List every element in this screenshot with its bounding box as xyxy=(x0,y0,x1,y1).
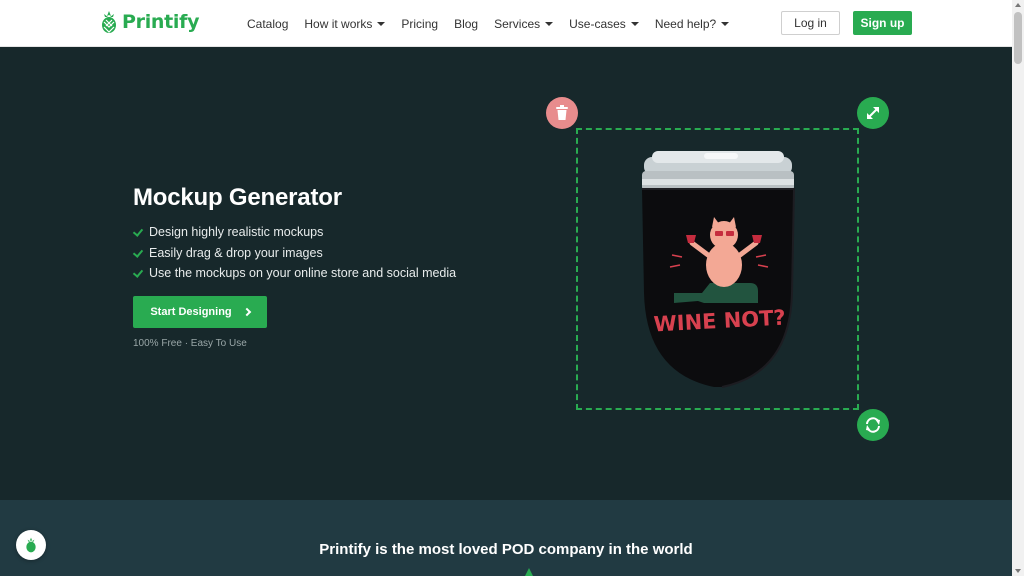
page-scrollbar[interactable] xyxy=(1012,0,1024,576)
scroll-down-arrow-icon[interactable] xyxy=(1015,569,1021,573)
nav-services[interactable]: Services xyxy=(494,16,554,31)
feature-item: Use the mockups on your online store and… xyxy=(133,263,456,284)
start-designing-label: Start Designing xyxy=(150,306,232,318)
main-nav: Catalog How it works Pricing Blog Servic… xyxy=(247,0,745,47)
caret-down-icon xyxy=(721,21,730,26)
hero-section: Mockup Generator Design highly realistic… xyxy=(0,47,1012,500)
delete-design-button[interactable] xyxy=(546,97,578,129)
nav-label: Blog xyxy=(454,16,479,31)
feature-item: Design highly realistic mockups xyxy=(133,222,456,243)
nav-need-help[interactable]: Need help? xyxy=(654,16,730,31)
checkmark-icon xyxy=(133,248,143,258)
social-proof-title: Printify is the most loved POD company i… xyxy=(319,541,693,558)
nav-how-it-works[interactable]: How it works xyxy=(304,16,386,31)
chevron-right-icon xyxy=(242,307,251,317)
signup-button[interactable]: Sign up xyxy=(853,11,912,35)
caret-down-icon xyxy=(377,21,386,26)
rotate-design-button[interactable] xyxy=(857,409,889,441)
nav-blog[interactable]: Blog xyxy=(454,17,478,31)
scroll-up-arrow-icon[interactable] xyxy=(1015,3,1021,7)
scrollbar-thumb[interactable] xyxy=(1014,12,1022,64)
nav-label: Services xyxy=(494,16,541,31)
caret-down-icon xyxy=(545,21,554,26)
feature-list: Design highly realistic mockups Easily d… xyxy=(133,222,456,284)
printify-logo[interactable]: Printify xyxy=(100,10,199,34)
hero-subtext: 100% Free · Easy To Use xyxy=(133,338,247,349)
hero-title: Mockup Generator xyxy=(133,184,342,211)
feature-item: Easily drag & drop your images xyxy=(133,243,456,264)
nav-catalog[interactable]: Catalog xyxy=(247,17,288,31)
feature-text: Easily drag & drop your images xyxy=(149,245,323,260)
nav-use-cases[interactable]: Use-cases xyxy=(569,17,639,31)
caret-down-icon xyxy=(630,21,639,26)
rotate-arrows-icon xyxy=(866,417,880,433)
triangle-marker-icon xyxy=(525,568,533,576)
trash-icon xyxy=(556,105,568,120)
login-button[interactable]: Log in xyxy=(781,11,840,35)
nav-label: Pricing xyxy=(401,16,439,31)
start-designing-button[interactable]: Start Designing xyxy=(133,296,267,328)
pineapple-logo-icon xyxy=(102,11,116,33)
feature-text: Design highly realistic mockups xyxy=(149,225,324,240)
top-navigation-bar: Printify Catalog How it works Pricing Bl… xyxy=(0,0,1012,47)
nav-pricing[interactable]: Pricing xyxy=(401,17,438,31)
pineapple-chat-icon xyxy=(26,537,36,553)
nav-label: How it works xyxy=(304,16,373,31)
nav-label: Catalog xyxy=(247,16,289,31)
checkmark-icon xyxy=(133,268,143,278)
expand-arrows-icon xyxy=(867,107,879,119)
feature-text: Use the mockups on your online store and… xyxy=(149,266,457,281)
nav-label: Need help? xyxy=(654,16,717,31)
checkmark-icon xyxy=(133,227,143,237)
logo-wordmark: Printify xyxy=(122,11,200,33)
resize-design-button[interactable] xyxy=(857,97,889,129)
wine-tumbler-mockup: WINE NOT? xyxy=(642,151,796,388)
social-proof-section: Printify is the most loved POD company i… xyxy=(0,500,1012,576)
nav-label: Use-cases xyxy=(569,16,626,31)
chat-widget-button[interactable] xyxy=(16,530,46,560)
